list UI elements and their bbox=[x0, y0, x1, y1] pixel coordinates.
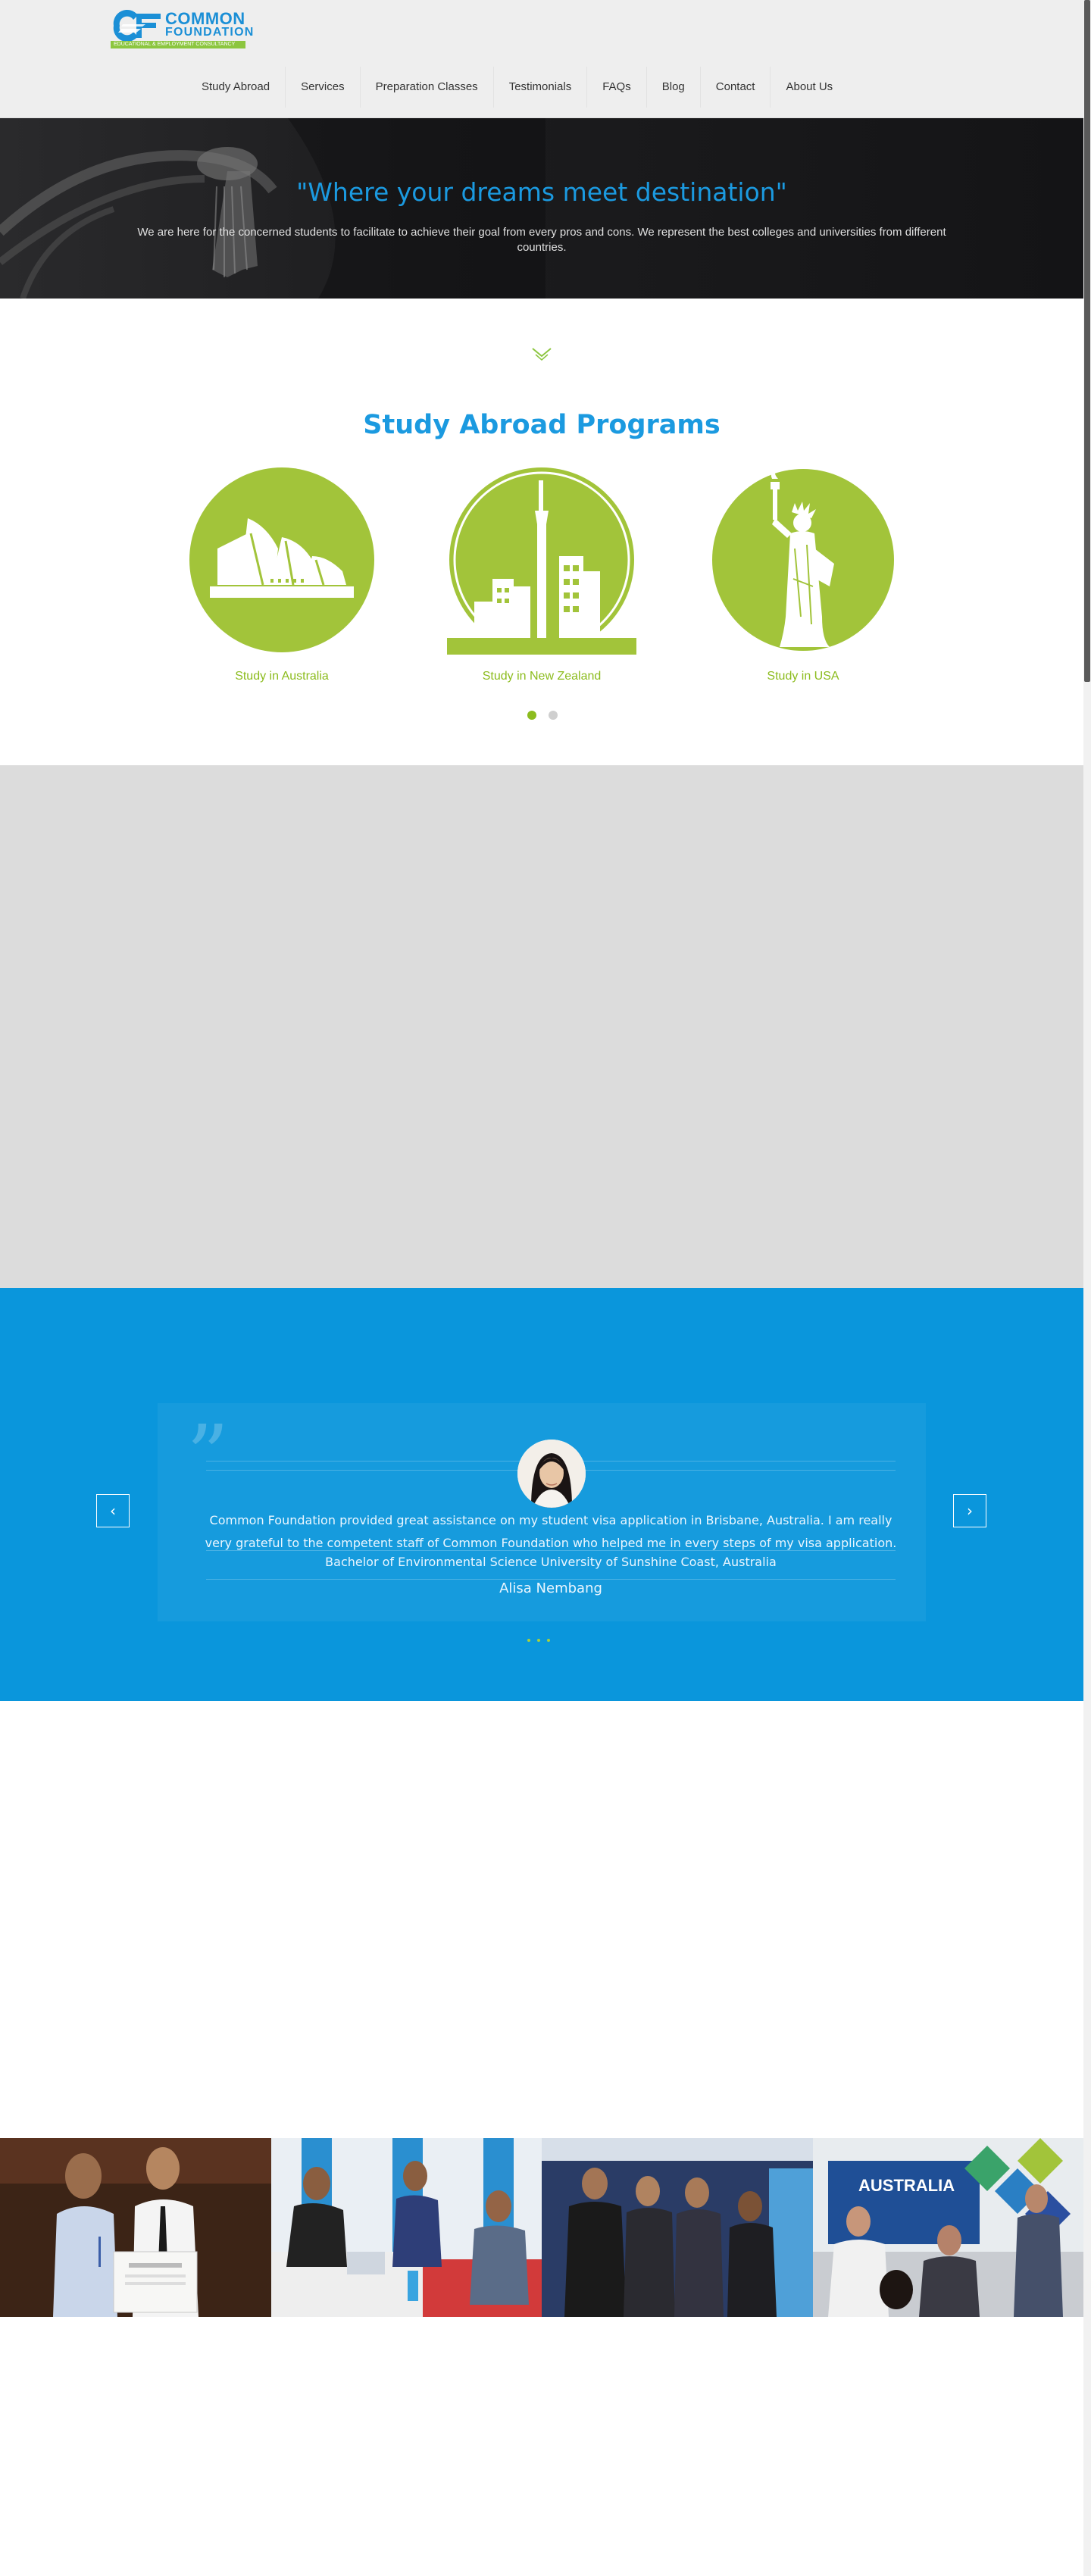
nav-item-about-us[interactable]: About Us bbox=[770, 67, 848, 108]
testimonial-author: Alisa Nembang bbox=[499, 1580, 602, 1596]
group-photo-image bbox=[542, 2138, 813, 2317]
testimonial-dot-3[interactable] bbox=[547, 1639, 550, 1642]
fair-banner-text: AUSTRALIA bbox=[858, 2176, 955, 2195]
brand-name-line2: FOUNDATION bbox=[165, 26, 255, 39]
statue-of-liberty-icon bbox=[712, 468, 894, 651]
page: COMMON FOUNDATION EDUCATIONAL & EMPLOYME… bbox=[0, 0, 1083, 2576]
testimonial-text: Common Foundation provided great assista… bbox=[205, 1513, 897, 1550]
gallery-photo-counselling[interactable] bbox=[270, 2138, 542, 2317]
gallery-photo-education-fair[interactable]: AUSTRALIA bbox=[812, 2138, 1083, 2317]
programs-title: Study Abroad Programs bbox=[363, 410, 721, 441]
carousel-dot-1[interactable] bbox=[527, 711, 536, 720]
section-chevron-icon bbox=[532, 348, 552, 361]
certificate-handover-image bbox=[0, 2138, 271, 2317]
program-usa[interactable]: Study in USA bbox=[708, 465, 898, 692]
hero-banner: "Where your dreams meet destination" We … bbox=[0, 118, 1083, 299]
program-new-zealand[interactable]: Study in New Zealand bbox=[447, 465, 636, 692]
testimonial-dot-2[interactable] bbox=[537, 1639, 540, 1642]
testimonial-dots bbox=[527, 1637, 556, 1645]
sky-tower-icon bbox=[447, 467, 636, 655]
nav-item-study-abroad[interactable]: Study Abroad bbox=[186, 67, 285, 108]
brand-logo[interactable]: COMMON FOUNDATION EDUCATIONAL & EMPLOYME… bbox=[111, 8, 253, 50]
brand-tagline: EDUCATIONAL & EMPLOYMENT CONSULTANCY bbox=[111, 41, 245, 48]
program-australia[interactable]: Study in Australia bbox=[187, 465, 377, 692]
testimonial-section: ” Common Foundation provided great assis… bbox=[0, 1288, 1083, 1701]
nav-item-preparation-classes[interactable]: Preparation Classes bbox=[359, 67, 493, 108]
embedded-content-placeholder bbox=[0, 765, 1083, 1288]
testimonial-next-button[interactable]: › bbox=[953, 1494, 986, 1527]
logo-mark-icon bbox=[113, 9, 161, 42]
program-label-new-zealand[interactable]: Study in New Zealand bbox=[447, 670, 636, 683]
quote-mark-icon: ” bbox=[186, 1407, 230, 1504]
program-label-australia[interactable]: Study in Australia bbox=[187, 670, 377, 683]
hero-title: "Where your dreams meet destination" bbox=[296, 177, 787, 208]
carousel-dot-2[interactable] bbox=[549, 711, 558, 720]
testimonial-divider bbox=[206, 1579, 896, 1580]
graduation-tassel-image bbox=[0, 118, 546, 299]
nav-item-faqs[interactable]: FAQs bbox=[586, 67, 646, 108]
chevron-left-icon: ‹ bbox=[110, 1502, 116, 1520]
nav-item-services[interactable]: Services bbox=[285, 67, 360, 108]
nav-item-blog[interactable]: Blog bbox=[646, 67, 700, 108]
testimonial-course: Bachelor of Environmental Science Univer… bbox=[325, 1555, 777, 1569]
counselling-session-image bbox=[270, 2138, 542, 2317]
nav-item-testimonials[interactable]: Testimonials bbox=[492, 67, 587, 108]
testimonial-dot-1[interactable] bbox=[527, 1639, 530, 1642]
avatar-photo bbox=[517, 1440, 586, 1508]
testimonial-prev-button[interactable]: ‹ bbox=[96, 1494, 130, 1527]
page-scrollbar-thumb[interactable] bbox=[1084, 0, 1090, 682]
nav-item-contact[interactable]: Contact bbox=[699, 67, 771, 108]
gallery-photo-group[interactable] bbox=[542, 2138, 813, 2317]
opera-house-icon bbox=[189, 467, 374, 652]
education-fair-booth-image: AUSTRALIA bbox=[812, 2138, 1083, 2317]
hero-subtitle: We are here for the concerned students t… bbox=[137, 226, 946, 254]
program-label-usa[interactable]: Study in USA bbox=[708, 670, 898, 683]
programs-carousel-dots bbox=[521, 708, 567, 721]
testimonial-avatar bbox=[517, 1440, 586, 1508]
site-header: COMMON FOUNDATION EDUCATIONAL & EMPLOYME… bbox=[0, 0, 1083, 118]
photo-gallery: AUSTRALIA bbox=[0, 2138, 1083, 2317]
gallery-photo-certificate[interactable] bbox=[0, 2138, 271, 2317]
main-nav: Study Abroad Services Preparation Classe… bbox=[186, 67, 848, 108]
chevron-right-icon: › bbox=[967, 1502, 973, 1520]
